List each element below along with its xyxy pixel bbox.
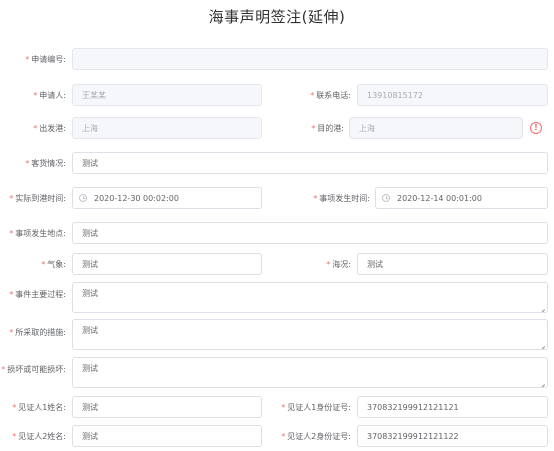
- destination-port-label-text: 目的港:: [317, 124, 344, 133]
- measures-textarea[interactable]: 测试: [72, 319, 548, 350]
- applicant-label: * 申请人:: [33, 91, 66, 101]
- application-no-field[interactable]: [72, 48, 548, 70]
- weather-field[interactable]: 测试: [72, 253, 262, 275]
- departure-port-label-text: 出发港:: [39, 124, 66, 133]
- departure-port-field[interactable]: 上海: [72, 117, 262, 139]
- required-mark: *: [311, 124, 316, 133]
- resize-handle-icon[interactable]: [539, 341, 545, 347]
- witness1-id-label-text: 见证人1身份证号:: [287, 403, 351, 412]
- required-mark: *: [1, 365, 6, 374]
- required-mark: *: [25, 55, 30, 64]
- sea-condition-label-text: 海况:: [332, 260, 351, 269]
- required-mark: *: [313, 194, 318, 203]
- measures-value: 测试: [82, 326, 98, 335]
- main-process-value: 测试: [82, 289, 98, 298]
- required-mark: *: [310, 91, 315, 100]
- departure-port-label: * 出发港:: [33, 124, 66, 134]
- incident-time-value: 2020-12-14 00:01:00: [397, 193, 482, 203]
- witness2-name-label-text: 见证人2姓名:: [18, 432, 66, 441]
- damage-label-text: 损坏或可能损坏:: [7, 365, 66, 374]
- main-process-textarea[interactable]: 测试: [72, 282, 548, 313]
- incident-time-picker[interactable]: 2020-12-14 00:01:00: [375, 187, 548, 209]
- cargo-field[interactable]: 测试: [72, 152, 548, 174]
- phone-label-text: 联系电话:: [316, 91, 351, 100]
- damage-textarea[interactable]: 测试: [72, 357, 548, 388]
- actual-arrival-time-value: 2020-12-30 00:02:00: [94, 193, 179, 203]
- application-no-label: * 申请编号:: [25, 55, 66, 65]
- witness2-name-field[interactable]: 测试: [72, 425, 262, 447]
- witness1-name-field[interactable]: 测试: [72, 396, 262, 418]
- witness1-id-label: * 见证人1身份证号:: [281, 403, 351, 413]
- cargo-label: * 客货情况:: [25, 159, 66, 169]
- main-process-label-text: 事件主要过程:: [15, 290, 66, 299]
- damage-label: * 损坏或可能损坏:: [1, 365, 66, 375]
- exclamation-circle-icon: !: [530, 122, 542, 134]
- actual-arrival-time-picker[interactable]: 2020-12-30 00:02:00: [72, 187, 262, 209]
- required-mark: *: [9, 328, 14, 337]
- application-no-label-text: 申请编号:: [31, 55, 66, 64]
- weather-label: * 气象:: [41, 260, 66, 270]
- witness1-id-field[interactable]: 370832199912121121: [357, 396, 548, 418]
- witness1-name-label-text: 见证人1姓名:: [18, 403, 66, 412]
- required-mark: *: [41, 260, 46, 269]
- witness1-name-label: * 见证人1姓名:: [12, 403, 66, 413]
- required-mark: *: [33, 91, 38, 100]
- page-title: 海事声明签注(延伸): [208, 8, 346, 26]
- incident-time-label-text: 事项发生时间:: [319, 194, 370, 203]
- required-mark: *: [326, 260, 331, 269]
- witness2-name-label: * 见证人2姓名:: [12, 432, 66, 442]
- phone-label: * 联系电话:: [310, 91, 351, 101]
- destination-port-label: * 目的港:: [311, 124, 344, 134]
- witness2-id-label-text: 见证人2身份证号:: [287, 432, 351, 441]
- applicant-label-text: 申请人:: [39, 91, 66, 100]
- damage-value: 测试: [82, 364, 98, 373]
- sea-condition-field[interactable]: 测试: [357, 253, 548, 275]
- witness2-id-field[interactable]: 370832199912121122: [357, 425, 548, 447]
- required-mark: *: [33, 124, 38, 133]
- witness2-id-label: * 见证人2身份证号:: [281, 432, 351, 442]
- weather-label-text: 气象:: [47, 260, 66, 269]
- phone-field[interactable]: 13910815172: [357, 84, 548, 106]
- clock-icon: [79, 194, 87, 202]
- required-mark: *: [9, 194, 14, 203]
- required-mark: *: [9, 229, 14, 238]
- required-mark: *: [281, 432, 286, 441]
- measures-label-text: 所采取的措施:: [15, 328, 66, 337]
- required-mark: *: [12, 403, 17, 412]
- required-mark: *: [281, 403, 286, 412]
- incident-time-label: * 事项发生时间:: [313, 194, 370, 204]
- main-process-label: * 事件主要过程:: [9, 290, 66, 300]
- incident-location-field[interactable]: 测试: [72, 222, 548, 244]
- actual-arrival-time-label: * 实际到港时间:: [9, 194, 66, 204]
- cargo-label-text: 客货情况:: [31, 159, 66, 168]
- required-mark: *: [12, 432, 17, 441]
- resize-handle-icon[interactable]: [539, 304, 545, 310]
- required-mark: *: [9, 290, 14, 299]
- destination-port-field[interactable]: 上海: [349, 117, 523, 139]
- applicant-field[interactable]: 王某某: [72, 84, 262, 106]
- clock-icon: [382, 194, 390, 202]
- incident-location-label: * 事项发生地点:: [9, 229, 66, 239]
- required-mark: *: [25, 159, 30, 168]
- actual-arrival-time-label-text: 实际到港时间:: [15, 194, 66, 203]
- incident-location-label-text: 事项发生地点:: [15, 229, 66, 238]
- sea-condition-label: * 海况:: [326, 260, 351, 270]
- resize-handle-icon[interactable]: [539, 379, 545, 385]
- measures-label: * 所采取的措施:: [9, 328, 66, 338]
